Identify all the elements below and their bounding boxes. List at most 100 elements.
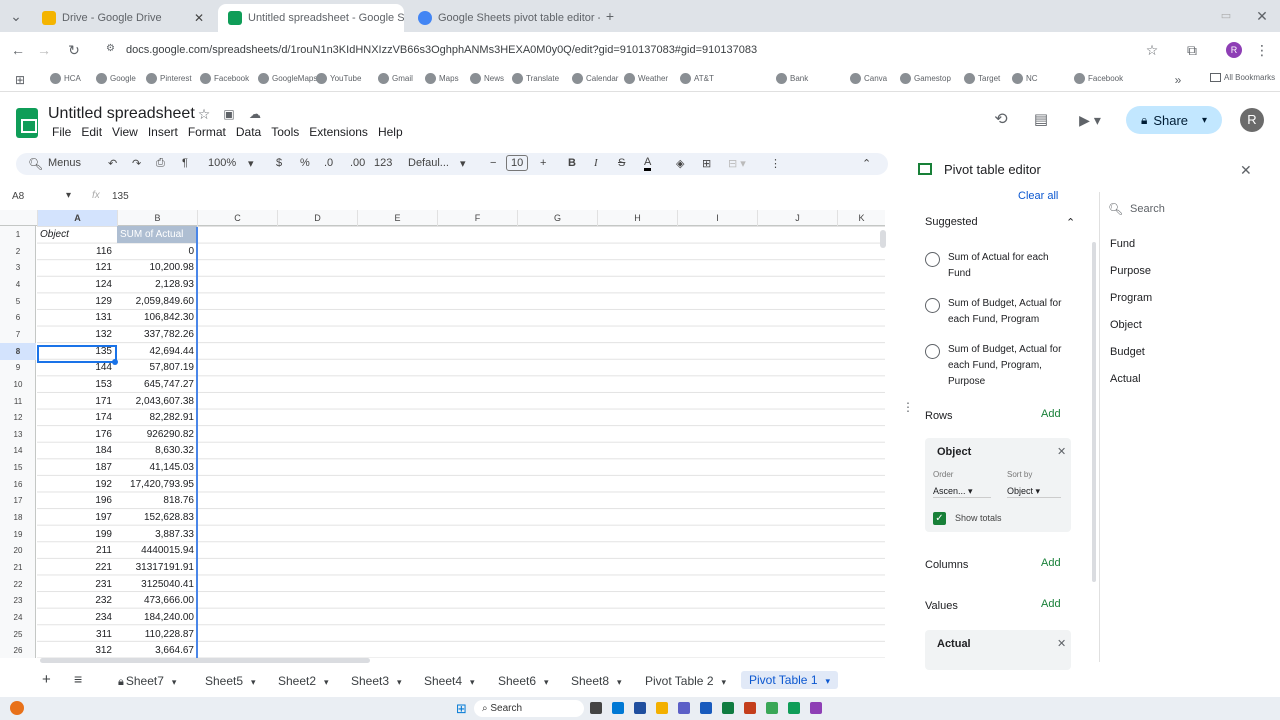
row-header[interactable]: 1 — [0, 226, 36, 243]
cell-a[interactable]: 124 — [37, 276, 115, 293]
bookmark-item[interactable]: Target — [964, 73, 1000, 84]
column-header-d[interactable]: D — [277, 210, 357, 226]
cell-a[interactable]: 174 — [37, 409, 115, 426]
browser-menu-icon[interactable]: ⋮ — [1254, 40, 1270, 60]
bookmark-item[interactable]: Bank — [776, 73, 808, 84]
cell-a[interactable]: 234 — [37, 609, 115, 626]
bookmark-item[interactable]: HCA — [50, 73, 81, 84]
row-header[interactable]: 5 — [0, 293, 36, 310]
percent-button[interactable]: % — [300, 157, 310, 169]
column-header-h[interactable]: H — [597, 210, 677, 226]
meet-icon[interactable]: ▶︎ ▾ — [1072, 110, 1108, 130]
paint-format-icon[interactable]: ¶ — [182, 157, 188, 169]
columns-add-button[interactable]: Add — [1041, 557, 1061, 569]
comments-icon[interactable]: ▤ — [1030, 110, 1052, 130]
cell-a[interactable]: 311 — [37, 626, 115, 643]
cell-a[interactable]: 312 — [37, 642, 115, 659]
cell-b[interactable]: 473,666.00 — [117, 592, 197, 609]
cell-b[interactable]: 184,240.00 — [117, 609, 197, 626]
cell-a[interactable]: 211 — [37, 542, 115, 559]
cell-a[interactable]: 153 — [37, 376, 115, 393]
column-header-c[interactable]: C — [197, 210, 277, 226]
column-header-k[interactable]: K — [837, 210, 885, 226]
all-bookmarks[interactable]: All Bookmarks — [1210, 73, 1275, 82]
cell-a[interactable]: 199 — [37, 526, 115, 543]
collapse-toolbar-icon[interactable]: ⌃ — [862, 157, 871, 170]
font-size-input[interactable]: 10 — [506, 155, 529, 171]
cell-b[interactable]: 57,807.19 — [117, 359, 197, 376]
row-header[interactable]: 6 — [0, 309, 36, 326]
row-header[interactable]: 23 — [0, 592, 36, 609]
borders-icon[interactable]: ⊞ — [702, 157, 711, 170]
fill-handle[interactable] — [112, 359, 118, 365]
cell-b[interactable]: 818.76 — [117, 492, 197, 509]
panel-scrollbar[interactable] — [1092, 242, 1096, 582]
cell-b[interactable]: 41,145.03 — [117, 459, 197, 476]
selected-cell[interactable] — [37, 345, 117, 363]
increase-font-size-icon[interactable]: + — [540, 157, 546, 169]
row-header[interactable]: 4 — [0, 276, 36, 293]
order-select[interactable]: Ascen... ▾ — [933, 486, 991, 498]
taskbar-app-icon[interactable] — [700, 702, 712, 714]
bookmark-item[interactable]: Gmail — [378, 73, 413, 84]
taskbar-search[interactable]: ⌕ Search — [474, 700, 584, 717]
chevron-down-icon[interactable]: ▾ — [251, 677, 256, 687]
suggestion-2[interactable]: Sum of Budget, Actual for each Fund, Pro… — [948, 296, 1066, 328]
pivot-field-program[interactable]: Program — [1110, 292, 1152, 304]
suggestion-3[interactable]: Sum of Budget, Actual for each Fund, Pro… — [948, 342, 1066, 390]
chevron-down-icon[interactable]: ▾ — [470, 677, 475, 687]
taskbar-app-icon[interactable] — [590, 702, 602, 714]
profile-avatar[interactable]: R — [1226, 42, 1242, 58]
menu-edit[interactable]: Edit — [77, 125, 108, 139]
cell-b[interactable]: 645,747.27 — [117, 376, 197, 393]
column-header-f[interactable]: F — [437, 210, 517, 226]
merge-cells-icon[interactable]: ⊟ ▾ — [728, 157, 746, 170]
name-box[interactable]: A8 — [12, 191, 24, 202]
bookmark-item[interactable]: Facebook — [200, 73, 249, 84]
column-header-j[interactable]: J — [757, 210, 837, 226]
row-header[interactable]: 18 — [0, 509, 36, 526]
row-header[interactable]: 8 — [0, 342, 36, 360]
cell-b[interactable]: SUM of Actual — [117, 226, 197, 243]
cell-a[interactable]: 116 — [37, 243, 115, 260]
increase-decimal-button[interactable]: .00 — [350, 157, 365, 169]
bookmark-item[interactable]: Calendar — [572, 73, 618, 84]
window-close-icon[interactable]: ✕ — [1252, 6, 1272, 26]
zoom-select[interactable]: 100% — [208, 157, 236, 169]
strikethrough-icon[interactable]: S — [618, 157, 625, 169]
row-header[interactable]: 24 — [0, 609, 36, 626]
bookmark-item[interactable]: Weather — [624, 73, 668, 84]
sheet-tab[interactable]: Pivot Table 2 ▾ — [645, 674, 726, 688]
forward-icon[interactable]: → — [34, 40, 54, 60]
url-field[interactable]: ⚙ docs.google.com/spreadsheets/d/1rouN1n… — [100, 36, 1170, 64]
suggestion-1[interactable]: Sum of Actual for each Fund — [948, 250, 1066, 282]
vertical-scrollbar[interactable] — [880, 230, 886, 248]
show-totals-checkbox[interactable]: ✓ — [933, 512, 946, 525]
cloud-status-icon[interactable]: ☁ — [246, 104, 264, 124]
suggestion-radio[interactable] — [925, 298, 940, 313]
cell-a[interactable]: 232 — [37, 592, 115, 609]
pivot-field-fund[interactable]: Fund — [1110, 238, 1135, 250]
bookmark-item[interactable]: Google — [96, 73, 136, 84]
row-header[interactable]: 10 — [0, 376, 36, 393]
search-menus-button[interactable]: Menus — [48, 157, 81, 169]
cell-a[interactable]: 131 — [37, 309, 115, 326]
bold-button[interactable]: B — [568, 157, 576, 169]
cell-b[interactable]: 106,842.30 — [117, 309, 197, 326]
weather-icon[interactable] — [10, 701, 24, 715]
add-sheet-icon[interactable]: + — [42, 671, 51, 688]
cell-b[interactable]: 3125040.41 — [117, 576, 197, 593]
sort-by-select[interactable]: Object ▾ — [1007, 486, 1061, 498]
menu-tools[interactable]: Tools — [267, 125, 305, 139]
sheet-tab[interactable]: 🔒︎ Sheet7 ▾ — [118, 674, 176, 689]
cell-a[interactable]: 197 — [37, 509, 115, 526]
cell-a[interactable]: Object — [37, 226, 115, 243]
sheet-tab[interactable]: Sheet5 ▾ — [205, 674, 256, 688]
bookmark-item[interactable]: Gamestop — [900, 73, 951, 84]
close-tab-icon[interactable]: ✕ — [194, 11, 204, 25]
sheet-tab[interactable]: Sheet4 ▾ — [424, 674, 475, 688]
bookmark-item[interactable]: Pinterest — [146, 73, 192, 84]
taskbar-app-icon[interactable] — [810, 702, 822, 714]
sheet-tab[interactable]: Pivot Table 1 ▾ — [741, 671, 839, 689]
column-header-i[interactable]: I — [677, 210, 757, 226]
